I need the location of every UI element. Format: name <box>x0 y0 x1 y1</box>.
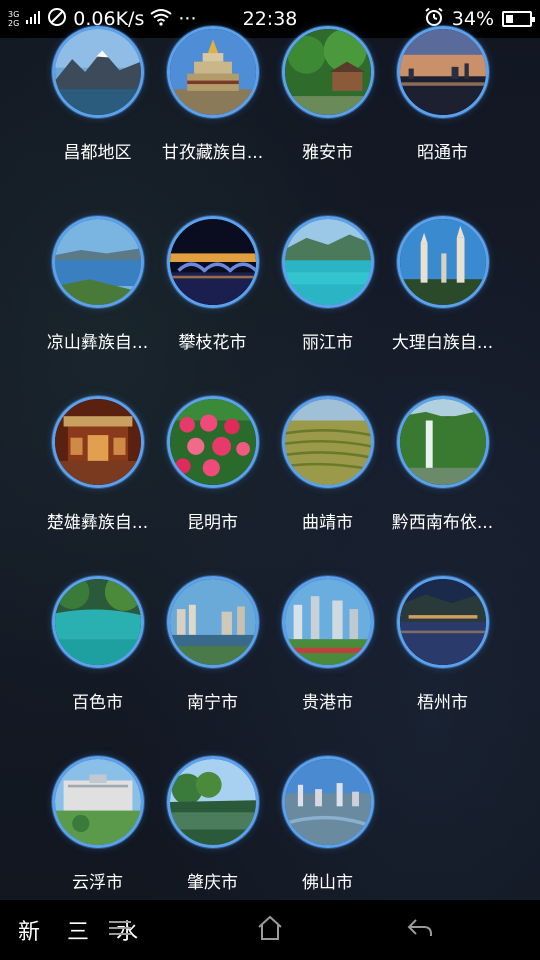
city-thumbnail <box>51 216 144 308</box>
city-thumbnail <box>166 576 259 668</box>
city-tile[interactable]: 昭通市 <box>385 26 500 216</box>
city-thumbnail <box>166 216 259 308</box>
city-tile[interactable]: 昌都地区 <box>40 26 155 216</box>
city-label: 丽江市 <box>302 333 353 353</box>
city-thumbnail <box>51 756 144 848</box>
signal-icon <box>25 8 41 30</box>
city-label: 楚雄彝族自... <box>46 513 149 533</box>
wifi-icon <box>150 8 172 31</box>
city-label: 曲靖市 <box>302 513 353 533</box>
city-tile[interactable]: 黔西南布依... <box>385 396 500 576</box>
city-tile[interactable]: 梧州市 <box>385 576 500 756</box>
city-thumbnail <box>281 26 374 118</box>
city-thumbnail <box>51 576 144 668</box>
city-thumbnail <box>166 26 259 118</box>
city-tile[interactable]: 攀枝花市 <box>155 216 270 396</box>
city-thumbnail <box>396 216 489 308</box>
city-thumbnail <box>281 396 374 488</box>
city-thumbnail <box>166 756 259 848</box>
city-label: 昌都地区 <box>63 143 132 163</box>
more-indicator: ··· <box>178 8 197 30</box>
city-thumbnail <box>281 576 374 668</box>
navigation-bar: 新 三 水 <box>0 900 540 960</box>
home-button[interactable] <box>250 914 290 946</box>
city-thumbnail <box>396 576 489 668</box>
city-label: 肇庆市 <box>187 873 238 893</box>
battery-level <box>506 15 514 23</box>
city-thumbnail <box>396 26 489 118</box>
city-thumbnail <box>281 216 374 308</box>
city-thumbnail <box>281 756 374 848</box>
city-grid: 昌都地区 甘孜藏族自... 雅安市 昭通市凉山彝族自... 攀枝花市 丽江市 大理白族自..… <box>40 26 500 936</box>
city-label: 昆明市 <box>187 513 238 533</box>
city-label: 百色市 <box>72 693 123 713</box>
city-label: 甘孜藏族自... <box>161 143 264 163</box>
city-label: 贵港市 <box>302 693 353 713</box>
city-thumbnail <box>51 396 144 488</box>
menu-button[interactable] <box>100 914 140 946</box>
battery-icon <box>502 11 535 27</box>
home-icon <box>256 915 284 945</box>
city-label: 梧州市 <box>417 693 468 713</box>
city-tile[interactable]: 雅安市 <box>270 26 385 216</box>
network-type: 3G 2G <box>8 10 19 28</box>
city-tile[interactable]: 凉山彝族自... <box>40 216 155 396</box>
city-tile[interactable]: 大理白族自... <box>385 216 500 396</box>
back-button[interactable] <box>400 914 440 946</box>
city-tile[interactable]: 南宁市 <box>155 576 270 756</box>
city-label: 黔西南布依... <box>391 513 494 533</box>
city-tile[interactable]: 贵港市 <box>270 576 385 756</box>
city-label: 攀枝花市 <box>178 333 247 353</box>
city-label: 凉山彝族自... <box>46 333 149 353</box>
city-label: 大理白族自... <box>391 333 494 353</box>
city-label: 佛山市 <box>302 873 353 893</box>
city-thumbnail <box>396 396 489 488</box>
network-type-bottom: 2G <box>8 19 20 28</box>
city-thumbnail <box>51 26 144 118</box>
city-label: 南宁市 <box>187 693 238 713</box>
battery-percent: 34% <box>451 8 494 30</box>
menu-icon <box>107 919 133 941</box>
city-tile[interactable]: 丽江市 <box>270 216 385 396</box>
city-tile[interactable]: 百色市 <box>40 576 155 756</box>
city-tile[interactable]: 甘孜藏族自... <box>155 26 270 216</box>
clock: 22:38 <box>242 8 298 30</box>
back-arrow-icon <box>406 917 434 943</box>
city-thumbnail <box>166 396 259 488</box>
app-screen: 3G 2G 0.06K/s ··· 22:38 34% 昌都地区 甘孜藏族自..… <box>0 0 540 960</box>
city-label: 昭通市 <box>417 143 468 163</box>
network-type-top: 3G <box>8 10 20 19</box>
city-tile[interactable]: 曲靖市 <box>270 396 385 576</box>
city-label: 雅安市 <box>302 143 353 163</box>
city-tile[interactable]: 昆明市 <box>155 396 270 576</box>
city-tile[interactable]: 楚雄彝族自... <box>40 396 155 576</box>
blocked-icon <box>47 7 67 32</box>
city-label: 云浮市 <box>72 873 123 893</box>
